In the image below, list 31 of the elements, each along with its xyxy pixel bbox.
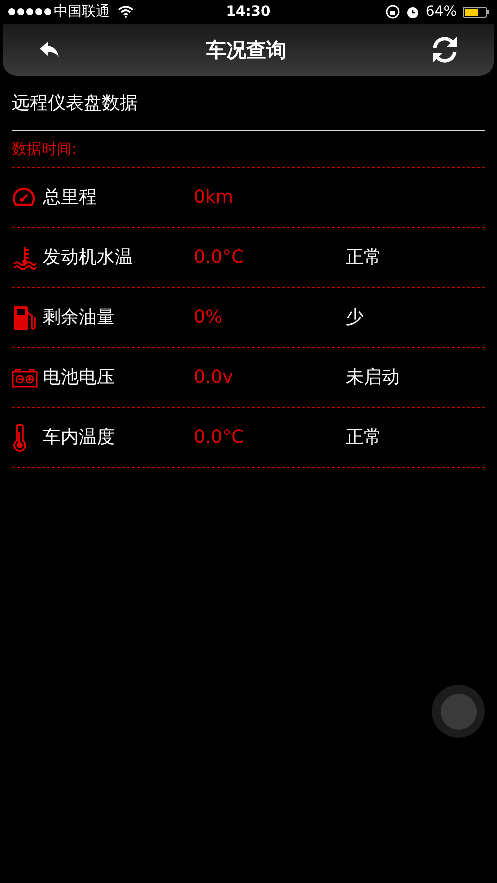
battery-percent: 64% xyxy=(426,2,458,22)
row-value: 0km xyxy=(194,186,234,210)
battery-icon xyxy=(463,6,490,18)
signal-icon xyxy=(8,8,52,16)
car-battery-icon xyxy=(12,368,38,388)
row-label: 剩余油量 xyxy=(43,306,116,330)
thermometer-icon xyxy=(12,424,28,452)
fuel-pump-icon xyxy=(12,304,36,330)
row-label: 车内温度 xyxy=(43,426,116,450)
carrier-name: 中国联通 xyxy=(54,2,110,22)
row-status: 未启动 xyxy=(346,366,400,390)
row-label: 发动机水温 xyxy=(43,246,134,270)
section-title: 远程仪表盘数据 xyxy=(12,92,138,116)
row-value: 0.0°C xyxy=(194,246,246,270)
row-value: 0.0v xyxy=(194,366,234,390)
clock-time: 14:30 xyxy=(226,2,271,22)
row-status: 正常 xyxy=(346,426,382,450)
page-title: 车况查询 xyxy=(206,37,286,64)
back-icon xyxy=(39,41,61,59)
coolant-temperature-icon xyxy=(12,244,38,270)
rotation-lock-icon xyxy=(386,5,400,19)
row-value: 0% xyxy=(194,306,224,330)
alarm-icon xyxy=(406,5,420,19)
data-time-label: 数据时间: xyxy=(12,138,78,160)
row-status: 少 xyxy=(346,306,364,330)
row-value: 0.0°C xyxy=(194,426,246,450)
refresh-icon xyxy=(430,35,460,65)
row-status: 正常 xyxy=(346,246,382,270)
row-label: 电池电压 xyxy=(43,366,116,390)
row-label: 总里程 xyxy=(43,186,98,210)
wifi-icon xyxy=(118,6,134,18)
